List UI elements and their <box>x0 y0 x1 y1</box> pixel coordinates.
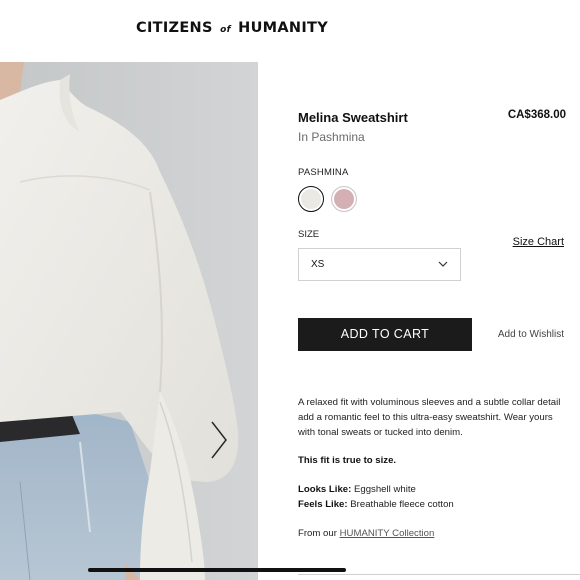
add-to-cart-button[interactable]: ADD TO CART <box>298 318 472 351</box>
feels-like: Feels Like: Breathable fleece cotton <box>298 499 454 510</box>
brand-logo[interactable]: CITIZENS of HUMANITY <box>136 20 328 36</box>
color-swatch-pink[interactable] <box>331 186 357 212</box>
looks-like-value: Eggshell white <box>353 484 416 495</box>
product-price: CA$368.00 <box>507 109 566 121</box>
collection-prefix: From our <box>298 528 337 539</box>
chevron-right-icon[interactable] <box>208 420 230 460</box>
brand-logo-left: CITIZENS <box>136 20 213 36</box>
chevron-down-icon <box>438 261 448 267</box>
color-label: PASHMINA <box>298 167 349 178</box>
site-header: CITIZENS of HUMANITY <box>0 0 580 62</box>
product-photo-illustration <box>0 62 258 580</box>
product-name: Melina Sweatshirt <box>298 110 408 125</box>
looks-like-label: Looks Like: <box>298 484 352 495</box>
feels-like-label: Feels Like: <box>298 499 348 510</box>
brand-logo-of: of <box>220 25 231 35</box>
home-indicator[interactable] <box>88 568 346 572</box>
divider <box>298 574 580 575</box>
size-chart-link[interactable]: Size Chart <box>513 236 564 248</box>
collection-link[interactable]: HUMANITY Collection <box>340 528 435 539</box>
feels-like-value: Breathable fleece cotton <box>350 499 454 510</box>
product-description: A relaxed fit with voluminous sleeves an… <box>298 397 561 438</box>
add-to-wishlist-link[interactable]: Add to Wishlist <box>498 329 564 340</box>
size-select[interactable]: XS <box>298 248 461 281</box>
color-swatch-pashmina[interactable] <box>298 186 324 212</box>
product-image[interactable] <box>0 62 258 580</box>
brand-logo-right: HUMANITY <box>238 20 329 36</box>
fit-note: This fit is true to size. <box>298 455 397 466</box>
product-color-line: In Pashmina <box>298 130 365 144</box>
looks-like: Looks Like: Eggshell white <box>298 484 416 495</box>
size-select-value: XS <box>311 259 325 270</box>
collection-line: From our HUMANITY Collection <box>298 528 434 539</box>
size-label: SIZE <box>298 229 320 240</box>
